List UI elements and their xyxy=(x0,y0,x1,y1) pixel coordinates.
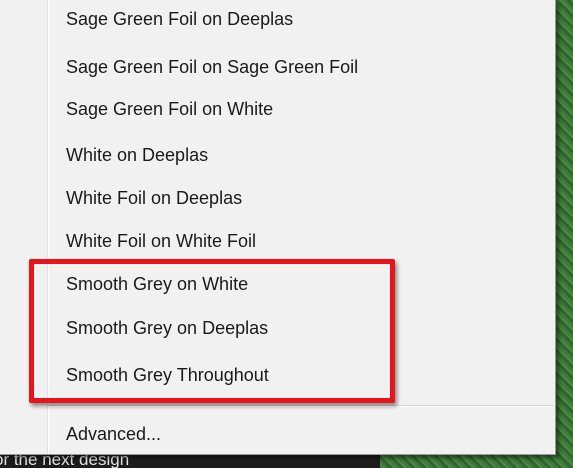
menu-item-sage-green-foil-on-deeplas[interactable]: Sage Green Foil on Deeplas xyxy=(66,8,293,30)
menu-item-advanced[interactable]: Advanced... xyxy=(66,423,161,445)
menu-item-white-on-deeplas[interactable]: White on Deeplas xyxy=(66,144,208,166)
annotation-highlight-box xyxy=(29,259,395,403)
menu-item-white-foil-on-deeplas[interactable]: White Foil on Deeplas xyxy=(66,187,242,209)
menu-item-white-foil-on-white-foil[interactable]: White Foil on White Foil xyxy=(66,230,256,252)
menu-separator xyxy=(48,405,554,407)
menu-item-sage-green-foil-on-white[interactable]: Sage Green Foil on White xyxy=(66,98,273,120)
menu-item-sage-green-foil-on-sage-green-foil[interactable]: Sage Green Foil on Sage Green Foil xyxy=(66,56,358,78)
